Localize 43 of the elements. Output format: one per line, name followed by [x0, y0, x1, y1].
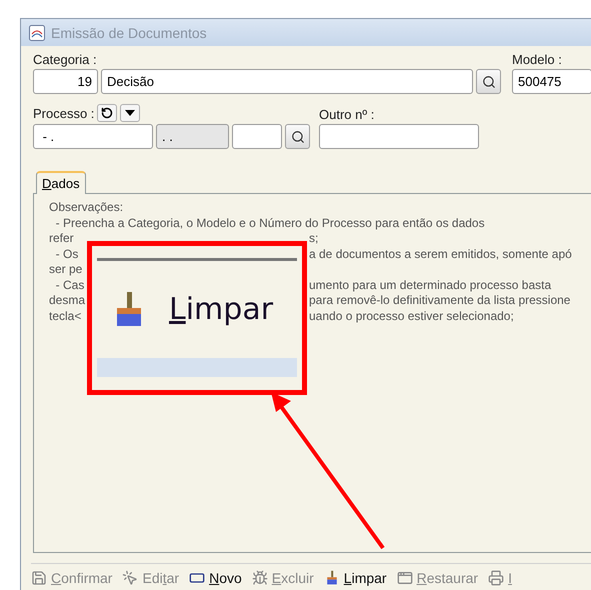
bug-icon: [252, 570, 268, 586]
observation-text: - Cas: [54, 278, 84, 293]
category-code-field[interactable]: 19: [33, 69, 98, 94]
observation-text: uando o processo estiver selecionado;: [309, 308, 514, 324]
category-label: Categoria :: [33, 52, 98, 67]
observation-text: tecla<: [49, 308, 82, 324]
clear-menu-label: Limpar: [169, 292, 274, 327]
process-field[interactable]: - .: [33, 124, 153, 149]
search-button[interactable]: [285, 124, 310, 149]
cursor-icon: [122, 570, 138, 586]
observation-text: refer: [49, 231, 74, 246]
process-field[interactable]: . .: [156, 124, 229, 149]
search-icon: [290, 130, 304, 144]
model-field[interactable]: 500475: [512, 69, 591, 94]
caret-icon: [125, 110, 136, 116]
search-button[interactable]: [476, 69, 501, 94]
process-field[interactable]: [232, 124, 282, 149]
toolbar-button[interactable]: Novo: [189, 570, 242, 586]
observation-text: umento para um determinado processo basta: [309, 278, 552, 293]
other-number-field[interactable]: [319, 124, 479, 149]
observation-text: Observações:: [49, 200, 124, 216]
window-title: Emissão de Documentos: [51, 24, 207, 40]
save-icon: [31, 570, 47, 586]
toolbar-button[interactable]: Limpar: [324, 570, 387, 586]
dropdown-button[interactable]: [120, 104, 140, 122]
observation-text: - Preencha a Categoria, o Modelo e o Número do Processo para então os dados: [54, 216, 485, 231]
observation-text: a de documentos a serem emitidos, somente apó: [309, 246, 572, 262]
observation-text: para removê-lo definitivamente da lista pressione: [309, 293, 570, 308]
undo-icon: [101, 107, 114, 119]
observation-text: desma: [49, 293, 86, 308]
observation-text: - Os: [54, 246, 78, 262]
other-number-label: Outro nº :: [319, 107, 376, 122]
tab[interactable]: Dados: [36, 171, 86, 194]
search-icon: [482, 74, 496, 88]
window-icon: [396, 570, 413, 586]
observation-text: s;: [309, 231, 318, 246]
model-label: Modelo :: [512, 52, 563, 67]
app-icon: [29, 24, 45, 40]
category-field[interactable]: Decisão: [101, 69, 473, 94]
undo-button[interactable]: [97, 104, 118, 122]
printer-icon: [488, 570, 504, 586]
process-label: Processo :: [33, 106, 94, 120]
observation-text: ser pe: [49, 262, 82, 278]
